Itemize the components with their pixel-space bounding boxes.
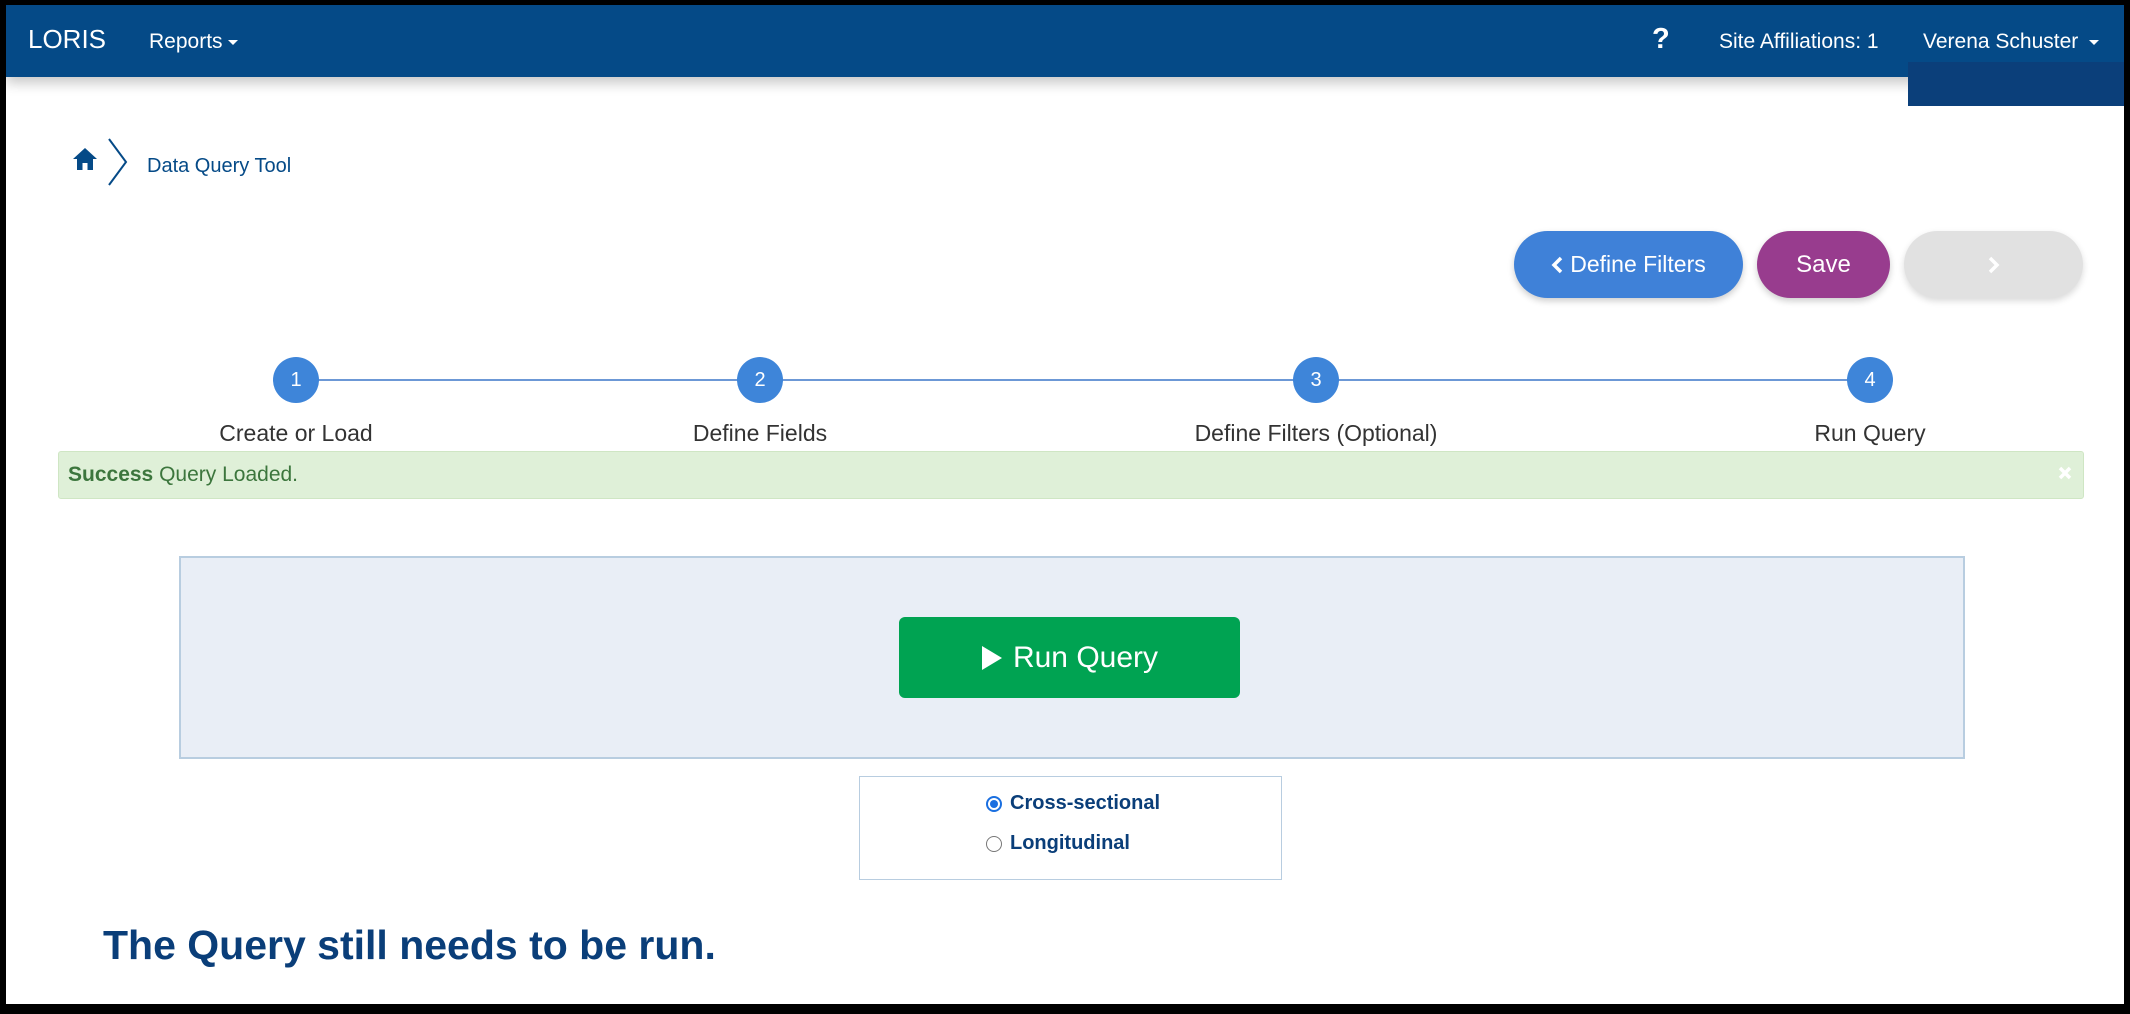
run-query-button[interactable]: Run Query (899, 617, 1240, 698)
step-3-circle[interactable]: 3 (1293, 357, 1339, 403)
step-3-label: Define Filters (Optional) (1194, 420, 1438, 446)
help-button[interactable]: ? (1652, 23, 1670, 56)
define-filters-button[interactable]: Define Filters (1514, 231, 1743, 298)
brand-logo[interactable]: LORIS (28, 24, 106, 55)
alert-strong: Success (68, 463, 154, 486)
page-frame: LORIS Reports ? Site Affiliations: 1 Ver… (6, 5, 2124, 1004)
home-icon[interactable] (72, 147, 98, 171)
user-name: Verena Schuster (1923, 30, 2079, 53)
user-menu[interactable]: Verena Schuster (1923, 30, 2100, 54)
breadcrumb-data-query-tool[interactable]: Data Query Tool (147, 155, 291, 178)
define-filters-label: Define Filters (1570, 251, 1706, 277)
chevron-right-icon (108, 138, 128, 186)
top-navbar: LORIS Reports ? Site Affiliations: 1 Ver… (6, 5, 2124, 77)
step-2-circle[interactable]: 2 (737, 357, 783, 403)
query-status-heading: The Query still needs to be run. (103, 922, 716, 968)
longitudinal-radio[interactable] (986, 835, 1002, 852)
step-4-circle[interactable]: 4 (1847, 357, 1893, 403)
user-menu-strip (1908, 62, 2124, 106)
reports-menu[interactable]: Reports (149, 30, 238, 54)
caret-down-icon (227, 39, 238, 45)
step-connector (296, 379, 760, 381)
alert-message: Query Loaded. (159, 463, 299, 486)
step-2-label: Define Fields (692, 420, 828, 446)
chevron-left-icon (1551, 256, 1563, 273)
step-1-circle[interactable]: 1 (273, 357, 319, 403)
site-affiliations: Site Affiliations: 1 (1719, 30, 1879, 53)
save-button[interactable]: Save (1757, 231, 1890, 298)
cross-sectional-label: Cross-sectional (1010, 792, 1161, 814)
cross-sectional-radio[interactable] (986, 795, 1002, 812)
run-query-label: Run Query (1012, 640, 1159, 674)
longitudinal-label: Longitudinal (1010, 832, 1130, 854)
next-button[interactable] (1904, 231, 2083, 298)
close-icon[interactable] (2057, 465, 2073, 481)
step-1-label: Create or Load (219, 420, 373, 446)
chevron-right-icon (1988, 256, 1999, 273)
reports-label: Reports (149, 30, 223, 53)
query-type-box: Cross-sectional Longitudinal (859, 776, 1282, 880)
success-alert: Success Query Loaded. (58, 451, 2084, 499)
cross-sectional-option[interactable]: Cross-sectional (986, 792, 1160, 815)
step-connector (760, 379, 1316, 381)
caret-down-icon (2089, 39, 2100, 45)
step-connector (1316, 379, 1870, 381)
step-4-label: Run Query (1814, 420, 1926, 446)
longitudinal-option[interactable]: Longitudinal (986, 832, 1130, 855)
play-icon (981, 645, 1002, 670)
